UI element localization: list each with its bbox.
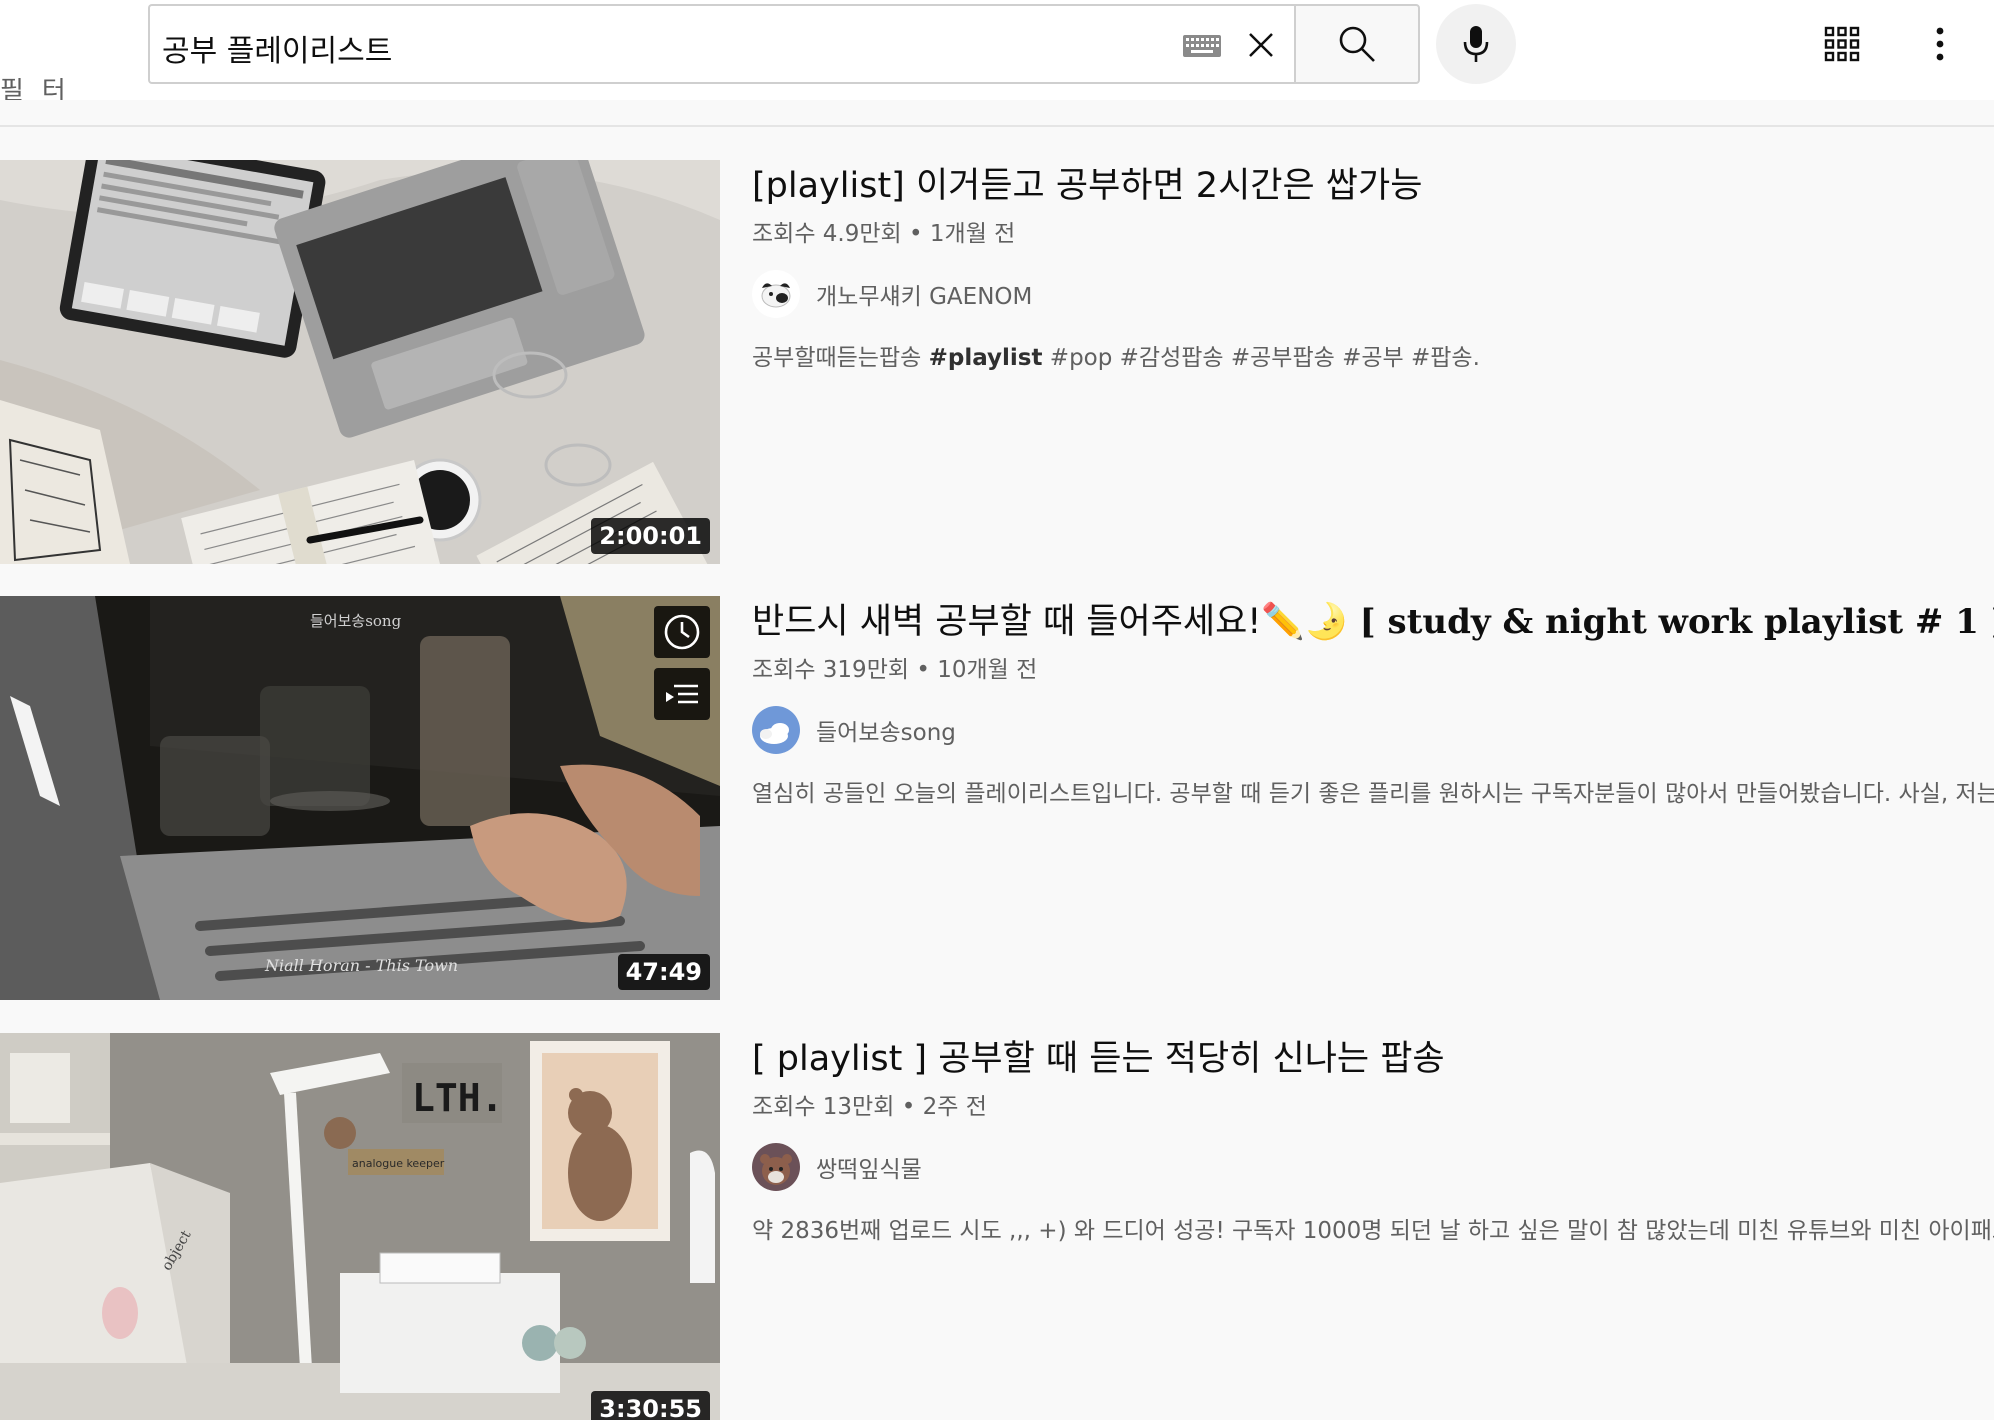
video-title[interactable]: [ playlist ] 공부할 때 듣는 적당히 신나는 팝송: [752, 1035, 1994, 1083]
video-description: 약 2836번째 업로드 시도 ,,, +) 와 드디어 성공! 구독자 100…: [752, 1218, 1994, 1244]
apps-grid-icon[interactable]: [1822, 24, 1862, 64]
view-count: 조회수 13만회: [752, 1094, 895, 1120]
clear-search-icon[interactable]: [1244, 28, 1278, 62]
view-count: 조회수 4.9만회: [752, 221, 902, 247]
video-title-main: 반드시 새벽 공부할 때 들어주세요!✏️🌛: [752, 602, 1360, 642]
meta-separator: •: [901, 221, 930, 247]
more-options-icon[interactable]: [1920, 24, 1960, 64]
thumbnail-image-study-desk: [0, 160, 720, 564]
filter-button[interactable]: 필터: [0, 78, 84, 100]
watch-later-button[interactable]: [654, 606, 710, 658]
search-query-text[interactable]: 공부 플레이리스트: [162, 26, 392, 70]
channel-name[interactable]: 개노무섀키 GAENOM: [816, 277, 1032, 311]
video-metadata: 조회수 319만회 • 10개월 전: [752, 650, 1994, 684]
channel-link[interactable]: 들어보송song: [752, 706, 1994, 754]
video-thumbnail[interactable]: object LTH. analogue keeper 3:30:55: [0, 1033, 720, 1420]
channel-avatar[interactable]: [752, 270, 800, 318]
channel-avatar[interactable]: [752, 1143, 800, 1191]
description-highlight: #playlist: [928, 345, 1043, 371]
thumbnail-sign-text: LTH.: [412, 1076, 504, 1120]
video-duration: 2:00:01: [591, 518, 710, 554]
meta-separator: •: [909, 657, 938, 683]
video-metadata: 조회수 13만회 • 2주 전: [752, 1087, 1994, 1121]
add-to-queue-button[interactable]: [654, 668, 710, 720]
masthead: 공부 플레이리스트 필터: [0, 0, 1994, 100]
channel-name[interactable]: 쌍떡잎식물: [816, 1150, 922, 1184]
video-thumbnail[interactable]: 들어보송song Niall Horan - This Town 47:49: [0, 596, 720, 1000]
video-metadata: 조회수 4.9만회 • 1개월 전: [752, 214, 1994, 248]
upload-age: 10개월 전: [937, 657, 1038, 683]
description-hashtags: #pop #감성팝송 #공부팝송 #공부 #팝송.: [1042, 345, 1480, 371]
video-result: object LTH. analogue keeper 3:30:55 [pl…: [0, 1033, 1994, 1420]
channel-avatar[interactable]: [752, 706, 800, 754]
clock-icon: [664, 614, 700, 650]
video-info: [ playlist ] 공부할 때 듣는 적당히 신나는 팝송 조회수 13만…: [752, 1033, 1994, 1245]
video-result: 들어보송song Niall Horan - This Town 47:49 반…: [0, 596, 1994, 1000]
video-title-tag: [ study & night work playlist # 1 ]: [1359, 602, 1994, 642]
video-thumbnail[interactable]: 2:00:01: [0, 160, 720, 564]
channel-name[interactable]: 들어보송song: [816, 713, 956, 747]
video-info: 반드시 새벽 공부할 때 들어주세요!✏️🌛 [ study & night w…: [752, 596, 1994, 808]
header-divider: [0, 125, 1994, 127]
search-icon: [1339, 26, 1375, 62]
thumbnail-song-caption: Niall Horan - This Town: [264, 956, 458, 975]
thumbnail-channel-watermark: 들어보송song: [310, 612, 402, 630]
keyboard-icon[interactable]: [1182, 34, 1222, 58]
thumbnail-image-night-laptop: 들어보송song Niall Horan - This Town: [0, 596, 720, 1000]
voice-search-button[interactable]: [1436, 4, 1516, 84]
thumbnail-image-desk-shelf: object LTH. analogue keeper: [0, 1033, 720, 1420]
meta-separator: •: [894, 1094, 923, 1120]
avatar-cow-icon: [752, 270, 800, 318]
video-title[interactable]: [playlist] 이거듣고 공부하면 2시간은 쌉가능: [752, 162, 1994, 210]
view-count: 조회수 319만회: [752, 657, 910, 683]
search-input[interactable]: 공부 플레이리스트: [148, 4, 1294, 84]
video-description: 공부할때듣는팝송 #playlist #pop #감성팝송 #공부팝송 #공부 …: [752, 338, 1994, 372]
thumbnail-tag-text: analogue keeper: [352, 1157, 445, 1170]
video-duration: 3:30:55: [591, 1391, 710, 1420]
avatar-sky-icon: [752, 706, 800, 754]
channel-link[interactable]: 쌍떡잎식물: [752, 1143, 1994, 1191]
microphone-icon: [1463, 26, 1489, 62]
upload-age: 1개월 전: [929, 221, 1016, 247]
filter-row: 필터: [0, 70, 200, 100]
description-text: 공부할때듣는팝송: [752, 345, 929, 371]
video-description: 열심히 공들인 오늘의 플레이리스트입니다. 공부할 때 듣기 좋은 플리를 원…: [752, 781, 1994, 807]
avatar-bear-icon: [752, 1143, 800, 1191]
search-button[interactable]: [1294, 4, 1420, 84]
video-result: 2:00:01 [playlist] 이거듣고 공부하면 2시간은 쌉가능 조회…: [0, 160, 1994, 564]
video-duration: 47:49: [617, 954, 710, 990]
upload-age: 2주 전: [922, 1094, 987, 1120]
video-title[interactable]: 반드시 새벽 공부할 때 들어주세요!✏️🌛 [ study & night w…: [752, 598, 1994, 646]
video-info: [playlist] 이거듣고 공부하면 2시간은 쌉가능 조회수 4.9만회 …: [752, 160, 1994, 372]
channel-link[interactable]: 개노무섀키 GAENOM: [752, 270, 1994, 318]
queue-icon: [666, 684, 698, 704]
